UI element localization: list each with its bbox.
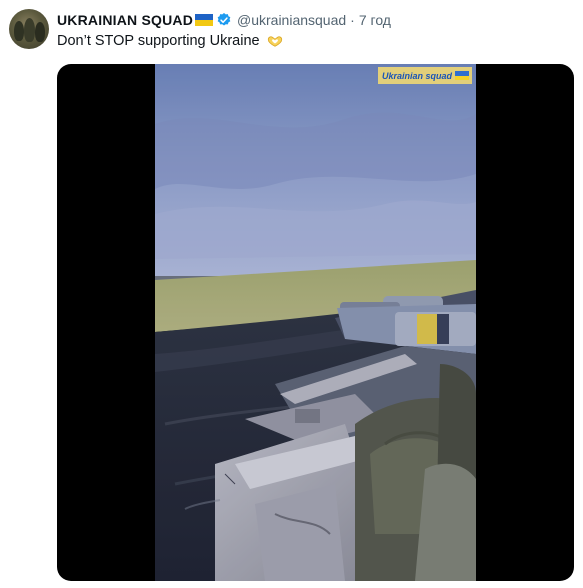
verified-badge-icon	[217, 13, 231, 26]
avatar[interactable]	[9, 9, 49, 49]
heart-hands-icon	[267, 36, 282, 47]
tweet-text: Don’t STOP supporting Ukraine	[57, 33, 284, 49]
tweet-text-content: Don’t STOP supporting Ukraine	[57, 33, 260, 49]
video-frame[interactable]: Ukrainian squad	[155, 64, 476, 581]
timestamp[interactable]: 7 год	[359, 12, 391, 28]
ukraine-flag-icon	[455, 71, 469, 80]
video-scene	[155, 64, 476, 581]
user-handle[interactable]: @ukrainiansquad	[237, 12, 346, 28]
tweet-header: UKRAINIAN SQUAD @ukrainiansquad · 7 год	[57, 11, 391, 29]
tweet[interactable]: UKRAINIAN SQUAD @ukrainiansquad · 7 год …	[0, 0, 583, 588]
watermark-text: Ukrainian squad	[381, 70, 452, 81]
video-player[interactable]: Ukrainian squad	[57, 64, 574, 581]
separator-dot: ·	[350, 12, 355, 28]
watermark-logo: Ukrainian squad	[377, 67, 472, 84]
ukraine-flag-icon	[195, 14, 213, 26]
display-name[interactable]: UKRAINIAN SQUAD	[57, 12, 193, 28]
